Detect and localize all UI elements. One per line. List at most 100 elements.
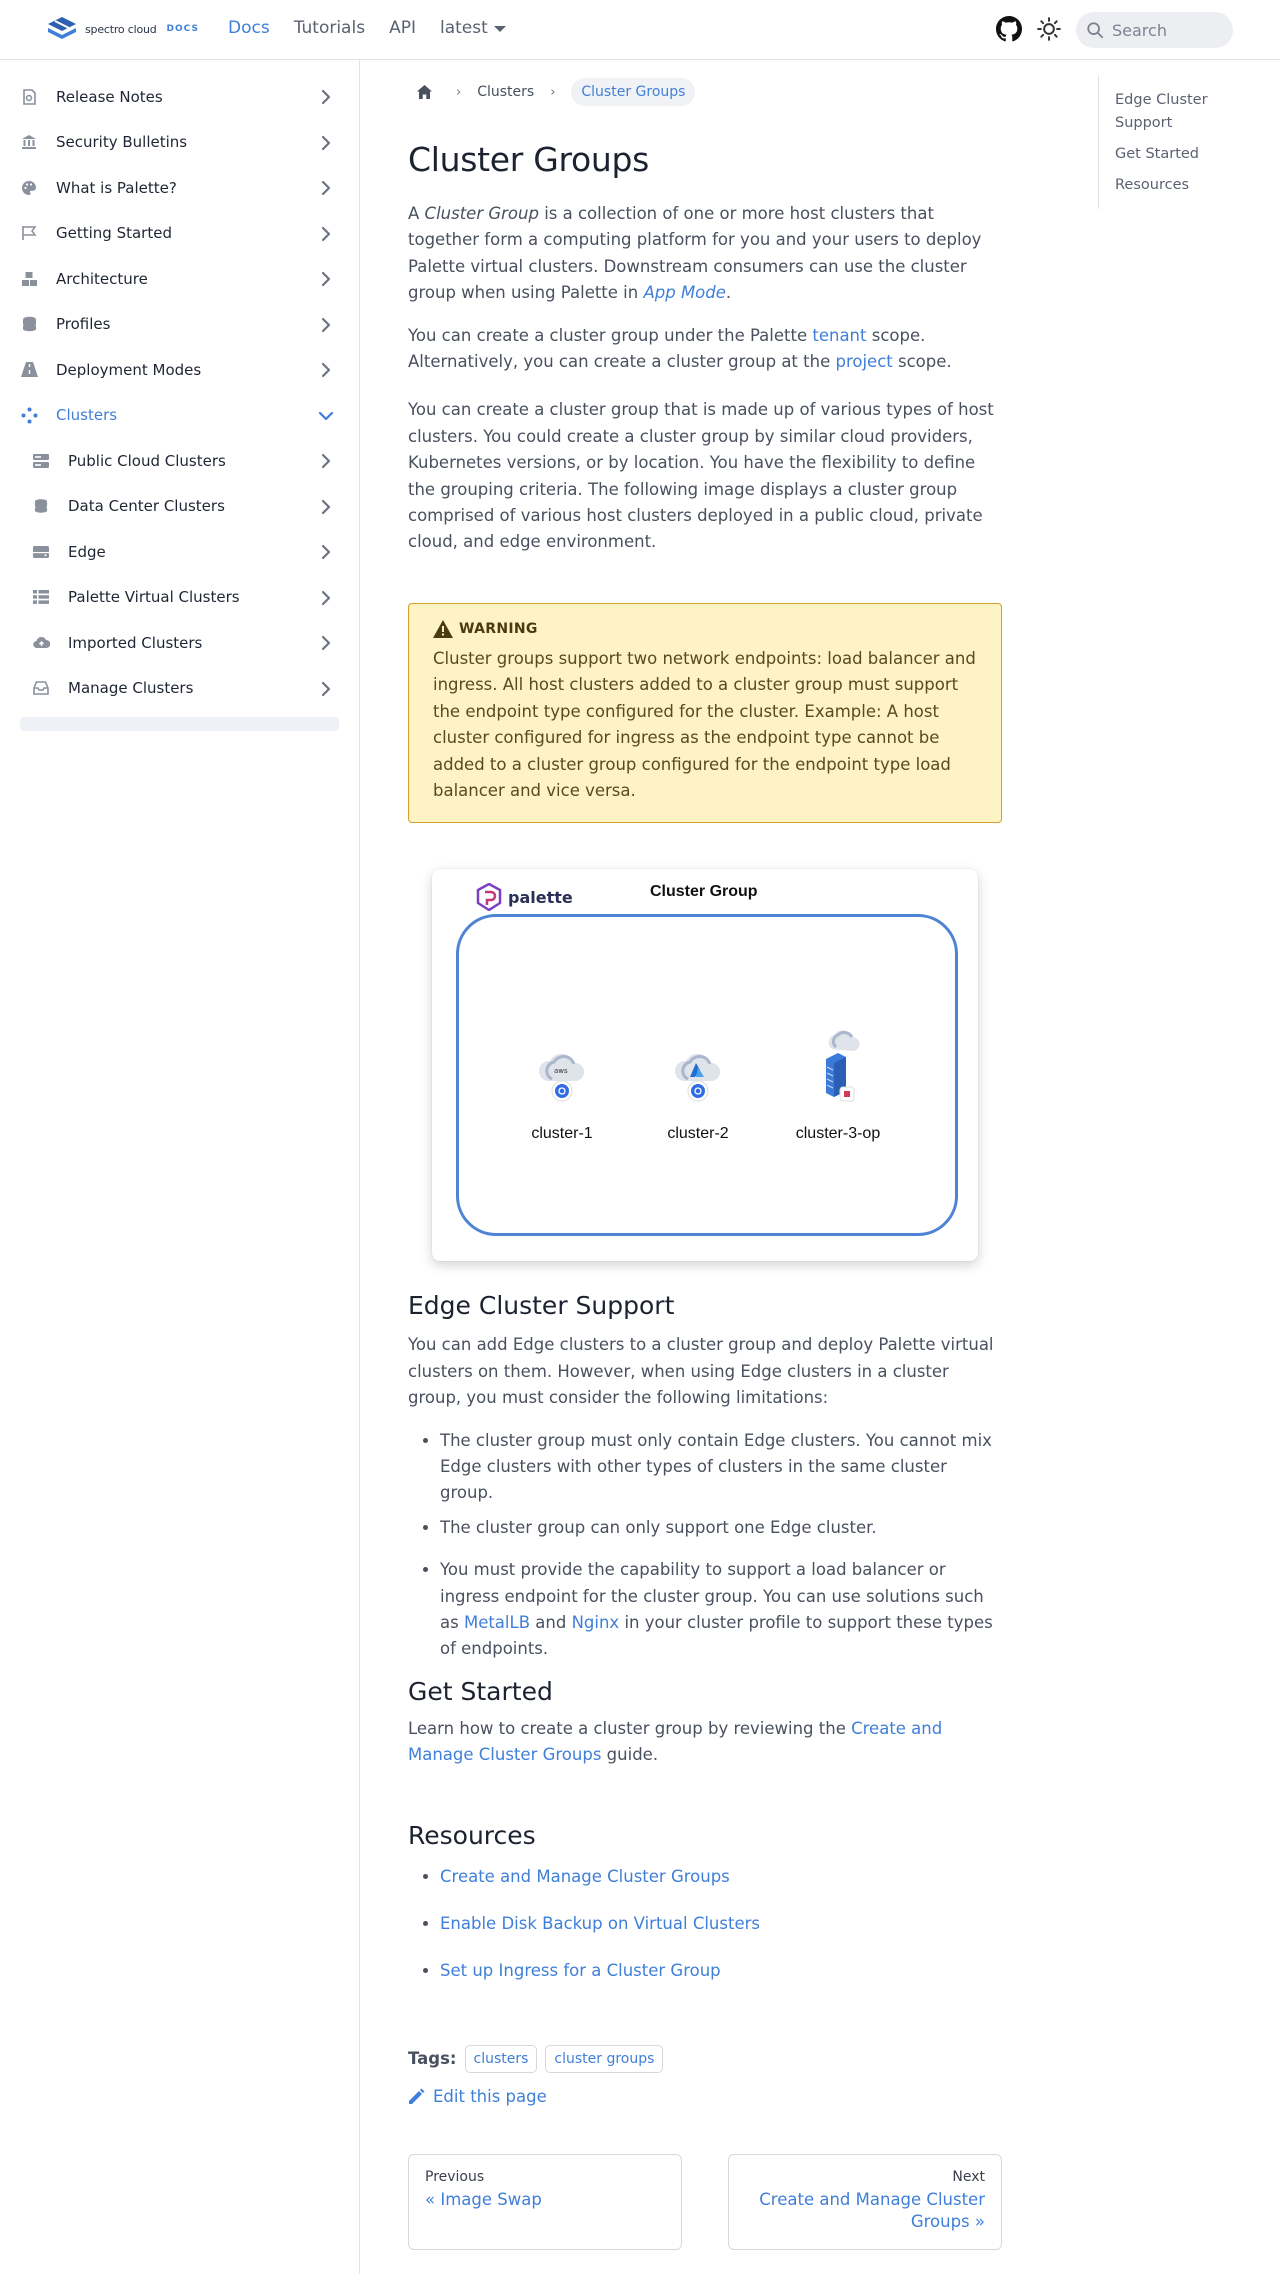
breadcrumb-home[interactable] (408, 76, 440, 108)
top-navbar: spectro cloud DOCS Docs Tutorials API la… (0, 0, 1280, 60)
chevron-right-icon[interactable] (317, 134, 335, 152)
sidebar-item-label: What is Palette? (56, 178, 177, 197)
cubes-icon (20, 270, 38, 288)
toc-resources[interactable]: Resources (1115, 174, 1238, 197)
chevron-right-icon[interactable] (317, 680, 335, 698)
cluster-node: cluster-3-op (778, 1029, 898, 1143)
sidebar-item-security-bulletins[interactable]: Security Bulletins (0, 120, 359, 166)
sidebar-item-label: Deployment Modes (56, 360, 202, 379)
resource-link[interactable]: Enable Disk Backup on Virtual Clusters (440, 1914, 760, 1933)
nginx-link[interactable]: Nginx (572, 1613, 620, 1632)
sidebar-item-palette-virtual-clusters[interactable]: Palette Virtual Clusters (0, 575, 359, 621)
table-list-icon (32, 588, 50, 606)
search-icon (1087, 22, 1104, 39)
logo-docs-label: DOCS (166, 24, 199, 34)
sidebar-item-edge[interactable]: Edge (0, 529, 359, 575)
sidebar-item-manage-clusters[interactable]: Manage Clusters (0, 666, 359, 712)
palette-logo-icon (476, 883, 502, 912)
sidebar-item-label: Security Bulletins (56, 133, 188, 152)
chevron-right-icon[interactable] (317, 270, 335, 288)
search-box[interactable] (1076, 12, 1233, 48)
cluster-label: cluster-2 (667, 1125, 729, 1143)
edit-page-link[interactable]: Edit this page (408, 2087, 1002, 2106)
sidebar-item-data-center-clusters[interactable]: Data Center Clusters (0, 484, 359, 530)
toc-edge-cluster-support[interactable]: Edge Cluster Support (1115, 89, 1238, 135)
cluster-label: cluster-1 (531, 1125, 593, 1143)
pager-previous-label: Previous (425, 2168, 485, 2185)
edge-paragraph: You can add Edge clusters to a cluster g… (408, 1335, 994, 1408)
sidebar-item-getting-started[interactable]: Getting Started (0, 211, 359, 257)
resource-link[interactable]: Set up Ingress for a Cluster Group (440, 1961, 721, 1980)
sidebar-item-imported-clusters[interactable]: Imported Clusters (0, 620, 359, 666)
list-item: You must provide the capability to suppo… (440, 1557, 1002, 1663)
on-prem-server-icon (826, 1030, 860, 1102)
chevron-right-icon[interactable] (317, 361, 335, 379)
database-icon (20, 315, 38, 333)
cluster-label: cluster-3-op (795, 1125, 881, 1143)
resources-list: Create and Manage Cluster Groups Enable … (408, 1864, 1002, 1985)
pager-next-label: Next (952, 2168, 985, 2185)
sidebar-item-clusters[interactable]: Clusters (0, 393, 359, 439)
warning-triangle-icon (433, 619, 453, 638)
list-item: Enable Disk Backup on Virtual Clusters (440, 1911, 1002, 1937)
palette-brand: palette (476, 883, 573, 912)
version-dropdown[interactable]: latest (440, 18, 506, 38)
nav-tutorials[interactable]: Tutorials (294, 18, 365, 38)
sidebar-item-label: Release Notes (56, 87, 163, 106)
sidebar-item-architecture[interactable]: Architecture (0, 256, 359, 302)
flag-icon (20, 224, 38, 242)
breadcrumb: › Clusters › Cluster Groups (408, 76, 1002, 108)
tags-row: Tags: clusters cluster groups (408, 2044, 1002, 2073)
chevron-right-icon[interactable] (317, 543, 335, 561)
search-input[interactable] (1112, 20, 1222, 40)
github-icon[interactable] (996, 16, 1022, 42)
cluster-nodes-icon (20, 406, 38, 424)
azure-cloud-kubernetes-icon (674, 1054, 721, 1102)
chevron-right-icon[interactable] (317, 225, 335, 243)
nav-api[interactable]: API (389, 18, 416, 38)
next-page-button[interactable]: Next Create and Manage Cluster Groups » (728, 2153, 1002, 2250)
chevron-right-icon[interactable] (317, 88, 335, 106)
tags-label: Tags: (408, 2049, 457, 2069)
breadcrumb-separator-icon: › (550, 84, 556, 100)
previous-page-button[interactable]: Previous « Image Swap (408, 2153, 682, 2250)
inbox-icon (32, 679, 50, 697)
tag-cluster-groups[interactable]: cluster groups (545, 2044, 664, 2073)
tenant-link[interactable]: tenant (812, 326, 866, 345)
chevron-right-icon[interactable] (317, 179, 335, 197)
theme-toggle-sun-icon[interactable] (1036, 16, 1062, 42)
page-title: Cluster Groups (408, 140, 650, 179)
list-item: Create and Manage Cluster Groups (440, 1864, 1002, 1890)
chevron-right-icon[interactable] (317, 452, 335, 470)
sidebar-item-deployment-modes[interactable]: Deployment Modes (0, 347, 359, 393)
chevron-down-icon[interactable] (317, 407, 335, 425)
bank-icon (20, 133, 38, 151)
sidebar-item-public-cloud-clusters[interactable]: Public Cloud Clusters (0, 438, 359, 484)
tag-clusters[interactable]: clusters (464, 2044, 538, 2073)
sidebar-item-what-is-palette[interactable]: What is Palette? (0, 165, 359, 211)
diagram-card: palette Cluster Group aws cluster-1 clus… (432, 869, 978, 1262)
sidebar-item-release-notes[interactable]: Release Notes (0, 74, 359, 120)
app-mode-link[interactable]: App Mode (643, 283, 725, 302)
breadcrumb-clusters[interactable]: Clusters (477, 84, 534, 100)
resource-link[interactable]: Create and Manage Cluster Groups (440, 1867, 730, 1886)
chevron-right-icon[interactable] (317, 634, 335, 652)
sidebar-item-label: Profiles (56, 315, 111, 334)
project-link[interactable]: project (835, 352, 892, 371)
pager-next-title: Create and Manage Cluster Groups » (759, 2189, 985, 2231)
sidebar-item-label: Data Center Clusters (68, 497, 225, 516)
chevron-right-icon[interactable] (317, 498, 335, 516)
sidebar-item-label: Clusters (56, 406, 118, 425)
chevron-right-icon[interactable] (317, 316, 335, 334)
sidebar-menu: Release Notes Security Bulletins What is… (0, 60, 359, 711)
nav-docs[interactable]: Docs (228, 18, 270, 38)
pencil-icon (409, 2088, 425, 2104)
chevron-right-icon[interactable] (317, 589, 335, 607)
caret-down-icon (493, 26, 506, 32)
sidebar-item-profiles[interactable]: Profiles (0, 302, 359, 348)
metallb-link[interactable]: MetalLB (464, 1613, 530, 1632)
toc-get-started[interactable]: Get Started (1115, 143, 1238, 166)
site-logo[interactable]: spectro cloud DOCS (46, 15, 199, 43)
aws-cloud-kubernetes-icon: aws (538, 1054, 585, 1102)
scope-paragraph: You can create a cluster group under the… (408, 323, 1002, 376)
